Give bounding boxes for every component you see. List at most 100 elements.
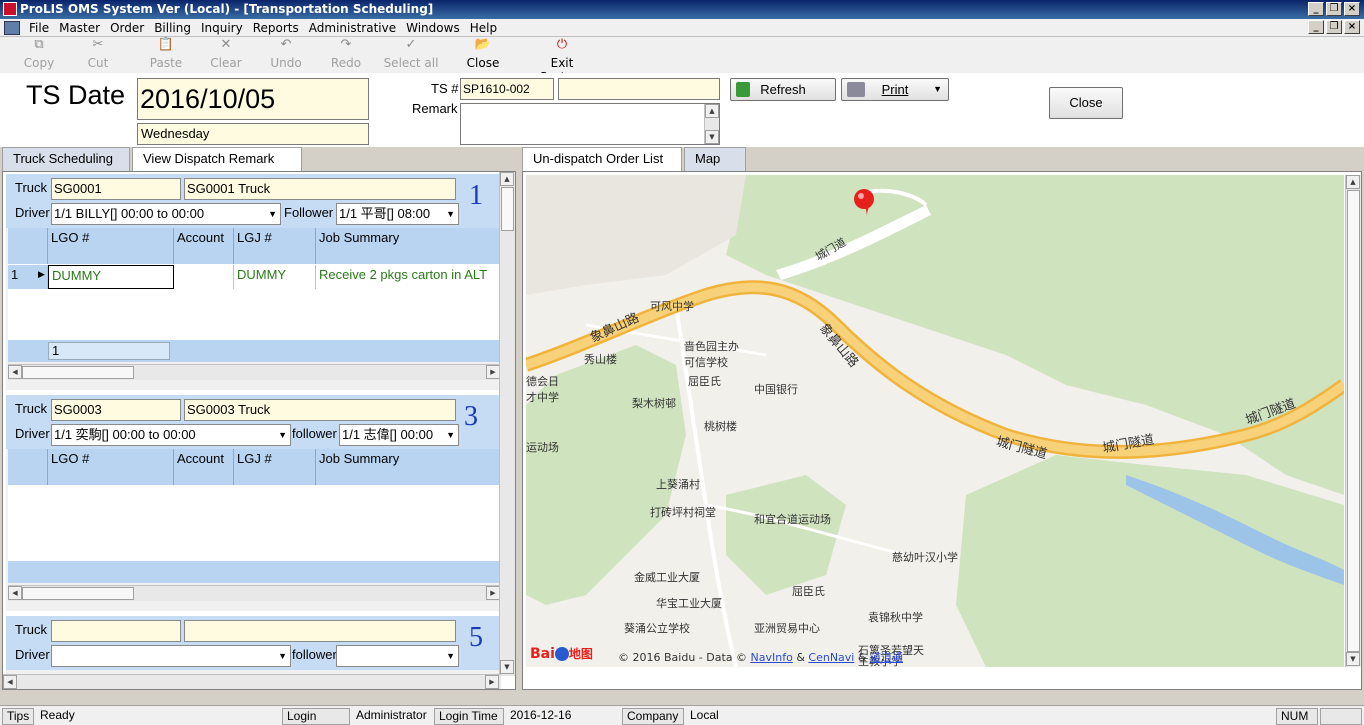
- menu-reports[interactable]: Reports: [248, 19, 304, 37]
- col-job-summary[interactable]: Job Summary: [316, 449, 502, 485]
- poi-label[interactable]: 梨木树邨: [632, 395, 676, 411]
- cell-job-summary[interactable]: Receive 2 pkgs carton in ALT: [316, 265, 502, 289]
- driver-select[interactable]: 1/1 奕駒[] 00:00 to 00:00 ▼: [51, 424, 291, 446]
- ts-date-field[interactable]: 2016/10/05: [137, 78, 369, 120]
- scroll-down-icon[interactable]: ▼: [1346, 652, 1360, 666]
- poi-label[interactable]: 屈臣氏: [688, 373, 721, 389]
- cell-lgj[interactable]: DUMMY: [234, 265, 316, 289]
- clear-button[interactable]: ✕ Clear: [208, 38, 244, 71]
- scroll-left-icon[interactable]: ◀: [8, 586, 22, 600]
- scroll-right-icon[interactable]: ▶: [486, 365, 500, 379]
- tab-view-dispatch-remark[interactable]: View Dispatch Remark: [132, 147, 302, 171]
- cell-lgo[interactable]: DUMMY: [48, 265, 174, 289]
- follower-select[interactable]: 1/1 平哥[] 08:00 ▼: [336, 203, 459, 225]
- scroll-right-icon[interactable]: ▶: [485, 675, 499, 689]
- col-lgo[interactable]: LGO #: [48, 228, 174, 264]
- scroll-thumb[interactable]: [501, 187, 514, 231]
- menu-order[interactable]: Order: [105, 19, 149, 37]
- col-job-summary[interactable]: Job Summary: [316, 228, 502, 264]
- scroll-left-icon[interactable]: ◀: [3, 675, 17, 689]
- close-window-icon[interactable]: ×: [1344, 2, 1360, 16]
- mdi-close-icon[interactable]: ×: [1344, 20, 1360, 34]
- poi-label[interactable]: 和宜合道运动场: [754, 511, 831, 527]
- driver-select[interactable]: 1/1 BILLY[] 00:00 to 00:00 ▼: [51, 203, 281, 225]
- minimize-icon[interactable]: _: [1308, 2, 1324, 16]
- panel-hscrollbar[interactable]: ◀ ▶: [3, 674, 501, 689]
- poi-label[interactable]: 屈臣氏: [792, 583, 825, 599]
- map-vscrollbar[interactable]: ▲ ▼: [1345, 175, 1361, 667]
- mdi-icon[interactable]: [4, 20, 20, 35]
- select-all-button[interactable]: ✓ Select all: [383, 38, 439, 71]
- scroll-up-icon[interactable]: ▲: [1346, 175, 1360, 189]
- menu-help[interactable]: Help: [465, 19, 502, 37]
- map-canvas[interactable]: [526, 175, 1344, 667]
- mdi-restore-icon[interactable]: ❐: [1326, 20, 1342, 34]
- cut-button[interactable]: ✂ Cut: [80, 38, 116, 71]
- undo-button[interactable]: ↶ Undo: [267, 38, 305, 71]
- ts-no-field[interactable]: SP1610-002: [460, 78, 554, 100]
- poi-label[interactable]: 葵涌公立学校: [624, 620, 690, 636]
- grid-hscrollbar[interactable]: ◀ ▶: [8, 364, 502, 380]
- col-lgj[interactable]: LGJ #: [234, 228, 316, 264]
- daodaotong-link[interactable]: 道道通: [870, 651, 903, 664]
- poi-label[interactable]: 金威工业大厦: [634, 569, 700, 585]
- refresh-button[interactable]: Refresh: [730, 78, 836, 101]
- poi-label[interactable]: 上葵涌村: [656, 476, 700, 492]
- menu-master[interactable]: Master: [54, 19, 105, 37]
- panel-vscrollbar[interactable]: ▲ ▼: [499, 172, 515, 676]
- poi-label[interactable]: 可风中学: [650, 298, 694, 314]
- scroll-up-icon[interactable]: ▲: [705, 104, 719, 118]
- poi-label[interactable]: 打砖坪村祠堂: [650, 504, 716, 520]
- follower-select[interactable]: ▼: [336, 645, 459, 667]
- close-button[interactable]: Close: [1049, 87, 1123, 119]
- driver-select[interactable]: ▼: [51, 645, 291, 667]
- tab-map[interactable]: Map: [684, 147, 746, 171]
- mdi-minimize-icon[interactable]: _: [1308, 20, 1324, 34]
- poi-label[interactable]: 慈幼叶汉小学: [892, 549, 958, 565]
- menu-file[interactable]: File: [24, 19, 54, 37]
- truck-code-field[interactable]: SG0003: [51, 399, 181, 421]
- scroll-thumb[interactable]: [22, 366, 134, 379]
- remark-scrollbar[interactable]: ▲ ▼: [704, 104, 719, 144]
- col-account[interactable]: Account: [174, 449, 234, 485]
- menu-windows[interactable]: Windows: [401, 19, 465, 37]
- poi-label[interactable]: 秀山楼: [584, 351, 617, 367]
- scroll-down-icon[interactable]: ▼: [705, 130, 719, 144]
- poi-label[interactable]: 华宝工业大厦: [656, 595, 722, 611]
- poi-label[interactable]: 亚洲贸易中心: [754, 620, 820, 636]
- map-view[interactable]: 城门道 象鼻山路 象鼻山路 城门隧道 城门隧道 城门隧道 可风中学 秀山楼 啬色…: [526, 175, 1344, 667]
- poi-label[interactable]: 袁锦秋中学: [868, 609, 923, 625]
- truck-code-field[interactable]: [51, 620, 181, 642]
- scroll-thumb[interactable]: [22, 587, 134, 600]
- scroll-right-icon[interactable]: ▶: [486, 586, 500, 600]
- menu-inquiry[interactable]: Inquiry: [196, 19, 248, 37]
- print-button[interactable]: Print ▼: [841, 78, 949, 101]
- scroll-up-icon[interactable]: ▲: [500, 172, 514, 186]
- col-account[interactable]: Account: [174, 228, 234, 264]
- scroll-down-icon[interactable]: ▼: [500, 660, 514, 674]
- poi-label[interactable]: 桃树楼: [704, 418, 737, 434]
- cell-account[interactable]: [174, 265, 234, 289]
- scroll-thumb[interactable]: [1347, 190, 1360, 652]
- close-toolbar-button[interactable]: 📂 Close: [464, 38, 502, 71]
- col-lgo[interactable]: LGO #: [48, 449, 174, 485]
- copy-button[interactable]: ⧉ Copy: [20, 38, 58, 71]
- menu-billing[interactable]: Billing: [149, 19, 196, 37]
- menu-administrative[interactable]: Administrative: [304, 19, 401, 37]
- tab-undispatch-order-list[interactable]: Un-dispatch Order List: [522, 147, 682, 171]
- paste-button[interactable]: 📋 Paste: [146, 38, 186, 71]
- poi-label[interactable]: 中国银行: [754, 381, 798, 397]
- redo-button[interactable]: ↷ Redo: [327, 38, 365, 71]
- poi-label[interactable]: 运动场: [526, 439, 559, 455]
- truck-code-field[interactable]: SG0001: [51, 178, 181, 200]
- poi-label[interactable]: 德会日 才中学: [526, 373, 566, 405]
- follower-select[interactable]: 1/1 志偉[] 00:00 ▼: [339, 424, 459, 446]
- cennavi-link[interactable]: CenNavi: [808, 651, 854, 664]
- remark-textarea[interactable]: ▲ ▼: [460, 103, 720, 145]
- ts-desc-field[interactable]: [558, 78, 720, 100]
- restore-icon[interactable]: ❐: [1326, 2, 1342, 16]
- tab-truck-scheduling[interactable]: Truck Scheduling: [2, 147, 130, 171]
- grid-hscrollbar[interactable]: ◀ ▶: [8, 585, 502, 601]
- scroll-left-icon[interactable]: ◀: [8, 365, 22, 379]
- navinfo-link[interactable]: NavInfo: [751, 651, 793, 664]
